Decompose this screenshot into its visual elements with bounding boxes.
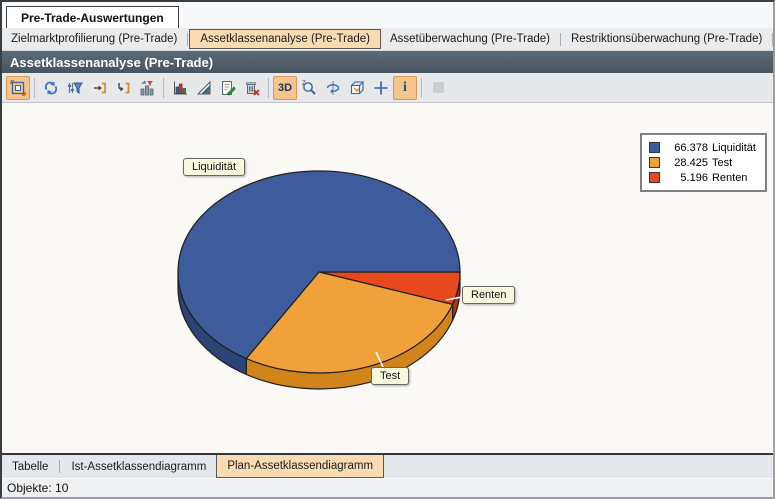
tab-separator [59,460,60,473]
toolbar-separator [421,78,422,98]
legend-value: 5.196 [668,172,708,184]
placeholder-icon [433,82,444,93]
filter-button[interactable] [63,76,87,100]
chart-legend: 66.378 Liquidität 28.425 Test 5.196 Rent… [640,133,767,192]
bar-chart-button[interactable] [168,76,192,100]
fit-view-button[interactable] [6,76,30,100]
chart-area: Liquidität Renten Test 66.378 Liquidität… [2,103,773,453]
tab-tabelle[interactable]: Tabelle [2,455,58,478]
zoom-button[interactable]: Z [297,76,321,100]
insert-row-down-icon [115,80,131,96]
top-tab-bar: Pre-Trade-Auswertungen [2,2,773,28]
insert-column-right-button[interactable] [87,76,111,100]
legend-label: Renten [712,172,747,184]
legend-swatch-renten [649,172,660,183]
legend-value: 28.425 [668,157,708,169]
fit-view-icon [10,80,26,96]
3d-icon: 3D [278,82,292,94]
refresh-button[interactable] [39,76,63,100]
status-objects-count: Objekte: 10 [7,481,68,495]
tab-ist-assetklassendiagramm[interactable]: Ist-Assetklassendiagramm [61,455,216,478]
delete-button[interactable] [240,76,264,100]
page-title: Assetklassenanalyse (Pre-Trade) [2,51,773,73]
delete-icon [244,80,260,96]
bar-chart-icon [172,80,188,96]
app-window: Pre-Trade-Auswertungen Zielmarktprofilie… [0,0,775,499]
info-toggle-button[interactable]: i [393,76,417,100]
chart-gallery-button[interactable] [192,76,216,100]
perspective-icon [349,80,365,96]
toolbar-separator [34,78,35,98]
legend-label: Test [712,157,732,169]
pie-label-liquiditaet: Liquidität [183,158,245,176]
crosshair-button[interactable] [369,76,393,100]
tab-separator [187,33,188,46]
pie-label-test: Test [371,367,409,385]
3d-toggle-button[interactable]: 3D [273,76,297,100]
edit-note-icon [220,80,236,96]
chart-sort-filter-button[interactable] [135,76,159,100]
tab-assetklassenanalyse[interactable]: Assetklassenanalyse (Pre-Trade) [189,29,381,49]
pie-label-renten: Renten [462,286,515,304]
filter-icon [67,80,83,96]
chart-sort-filter-icon [139,80,155,96]
status-bar: Objekte: 10 [2,478,773,497]
zoom-icon: Z [301,80,317,96]
legend-row-renten: 5.196 Renten [649,170,756,185]
legend-value: 66.378 [668,142,708,154]
legend-swatch-liquiditaet [649,142,660,153]
info-icon: i [403,80,407,96]
toolbar-separator [163,78,164,98]
toolbar-separator [268,78,269,98]
toolbar: 3D Z [2,73,773,103]
legend-row-liquiditaet: 66.378 Liquidität [649,140,756,155]
insert-column-right-icon [91,80,107,96]
sub-tab-bar: Zielmarktprofilierung (Pre-Trade) Assetk… [2,28,773,51]
tab-assetueberwachung[interactable]: Assetüberwachung (Pre-Trade) [381,30,559,48]
tab-plan-assetklassendiagramm[interactable]: Plan-Assetklassendiagramm [216,455,384,478]
tab-zielmarktprofilierung[interactable]: Zielmarktprofilierung (Pre-Trade) [2,30,186,48]
chart-gallery-icon [196,80,212,96]
insert-row-down-button[interactable] [111,76,135,100]
tab-restriktionsueberwachung[interactable]: Restriktionsüberwachung (Pre-Trade) [562,30,771,48]
legend-label: Liquidität [712,142,756,154]
crosshair-icon [373,80,389,96]
rotate-icon [325,80,341,96]
tab-pre-trade-auswertungen[interactable]: Pre-Trade-Auswertungen [6,6,179,28]
edit-note-button[interactable] [216,76,240,100]
tab-separator [560,33,561,46]
perspective-button[interactable] [345,76,369,100]
legend-row-test: 28.425 Test [649,155,756,170]
disabled-placeholder-button [426,76,450,100]
tab-separator [772,33,773,46]
refresh-icon [43,80,59,96]
rotate-button[interactable] [321,76,345,100]
legend-swatch-test [649,157,660,168]
bottom-tab-bar: Tabelle Ist-Assetklassendiagramm Plan-As… [2,453,773,478]
